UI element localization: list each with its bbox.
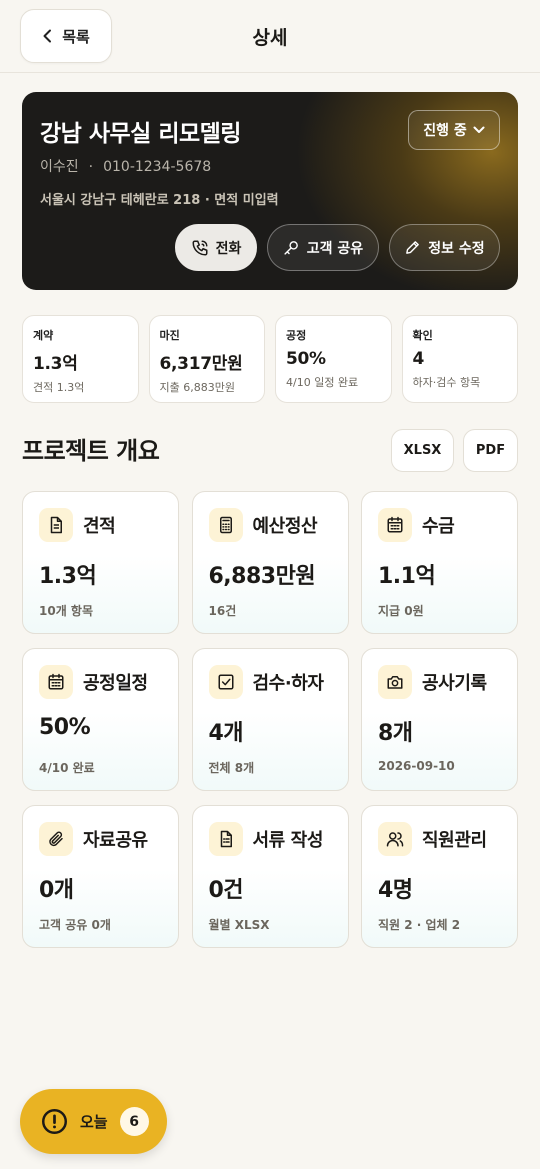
card-value: 1.3억	[39, 564, 97, 589]
card-staff[interactable]: 직원관리 4명 직원 2 · 업체 2	[361, 805, 518, 948]
paperclip-icon	[49, 831, 63, 847]
overview-grid: 견적 1.3억 10개 항목 예산정산 6,883만원 16건 수금 1.1억 …	[22, 491, 518, 948]
page-title: 상세	[252, 27, 288, 49]
export-xlsx-button[interactable]: XLSX	[391, 429, 454, 472]
edit-info-label: 정보 수정	[428, 240, 485, 257]
card-sub: 직원 2 · 업체 2	[378, 918, 461, 932]
stat-value: 50%	[286, 349, 326, 369]
today-button[interactable]: 오늘 6	[20, 1089, 167, 1154]
call-button[interactable]: 전화	[175, 224, 257, 271]
stat-margin: 마진 6,317만원 지출 6,883만원	[148, 315, 265, 403]
calendar-icon	[387, 516, 403, 533]
card-budget[interactable]: 예산정산 6,883만원 16건	[191, 491, 349, 634]
card-inspection[interactable]: 검수·하자 4개 전체 8개	[191, 648, 349, 791]
chevron-down-icon	[473, 126, 485, 133]
share-client-label: 고객 공유	[306, 240, 364, 257]
project-hero-card: 강남 사무실 리모델링 이수진 · 010-1234-5678 서울시 강남구 테헤…	[22, 92, 518, 290]
phone-icon	[192, 240, 208, 255]
stat-sub: 견적 1.3억	[33, 381, 85, 394]
stat-sub: 하자·검수 항목	[412, 376, 481, 389]
client-phone: 010-1234-5678	[103, 159, 212, 175]
card-value: 50%	[39, 715, 91, 740]
card-sub: 지급 0원	[378, 604, 424, 618]
pencil-icon	[406, 241, 420, 254]
card-schedule[interactable]: 공정일정 50% 4/10 완료	[22, 648, 179, 791]
stat-value: 1.3억	[33, 354, 78, 374]
users-icon	[386, 832, 404, 847]
card-sub: 10개 항목	[39, 604, 93, 618]
card-sub: 월별 XLSX	[208, 918, 270, 932]
card-value: 0건	[208, 878, 244, 903]
card-sub: 고객 공유 0개	[39, 918, 111, 932]
card-records[interactable]: 공사기록 8개 2026-09-10	[361, 648, 518, 791]
stat-progress: 공정 50% 4/10 일정 완료	[275, 315, 392, 403]
client-name: 이수진	[40, 159, 79, 175]
stat-contract: 계약 1.3억 견적 1.3억	[22, 315, 139, 403]
top-bar: 목록 상세	[0, 0, 540, 73]
document-icon	[50, 516, 62, 534]
separator: ·	[88, 159, 94, 175]
project-name: 강남 사무실 리모델링	[40, 121, 241, 147]
card-title: 서류 작성	[252, 830, 324, 851]
card-title: 직원관리	[422, 830, 487, 851]
card-sub: 2026-09-10	[378, 759, 455, 773]
calendar-icon	[48, 673, 64, 690]
call-label: 전화	[215, 240, 242, 257]
today-label: 오늘	[80, 1113, 108, 1131]
export-pdf-button[interactable]: PDF	[463, 429, 518, 472]
status-label: 진행 중	[423, 123, 467, 139]
card-collection[interactable]: 수금 1.1억 지급 0원	[361, 491, 518, 634]
card-value: 4개	[208, 721, 244, 746]
card-file-share[interactable]: 자료공유 0개 고객 공유 0개	[22, 805, 179, 948]
project-address: 서울시 강남구 테헤란로 218 · 면적 미입력	[40, 193, 279, 208]
today-count-badge: 6	[119, 1107, 149, 1136]
card-title: 예산정산	[252, 516, 318, 537]
calculator-icon	[219, 516, 232, 534]
share-client-button[interactable]: 고객 공유	[267, 224, 379, 271]
stat-sub: 지출 6,883만원	[159, 381, 235, 394]
key-icon	[284, 241, 298, 255]
card-value: 8개	[378, 721, 413, 746]
card-title: 검수·하자	[252, 673, 324, 694]
file-form-icon	[220, 830, 232, 848]
stat-label: 공정	[286, 329, 307, 342]
edit-info-button[interactable]: 정보 수정	[389, 224, 500, 271]
stat-label: 마진	[159, 329, 180, 342]
card-sub: 4/10 완료	[39, 761, 95, 775]
overview-title: 프로젝트 개요	[22, 437, 160, 465]
card-title: 공정일정	[83, 673, 148, 694]
card-title: 견적	[83, 516, 116, 537]
client-info: 이수진 · 010-1234-5678	[40, 156, 211, 176]
card-value: 6,883만원	[208, 564, 316, 589]
camera-icon	[387, 676, 403, 689]
card-value: 1.1억	[378, 564, 436, 589]
card-sub: 16건	[208, 604, 237, 618]
stat-value: 4	[412, 349, 425, 369]
status-dropdown[interactable]: 진행 중	[408, 110, 500, 150]
card-value: 0개	[39, 878, 74, 903]
stat-label: 계약	[33, 329, 54, 342]
card-documents[interactable]: 서류 작성 0건 월별 XLSX	[191, 805, 349, 948]
stat-sub: 4/10 일정 완료	[286, 376, 359, 389]
card-title: 자료공유	[83, 830, 148, 851]
checkbox-icon	[218, 674, 233, 690]
hero-actions: 전화 고객 공유 정보 수정	[175, 224, 500, 271]
stat-label: 확인	[412, 329, 433, 342]
card-sub: 전체 8개	[208, 761, 255, 775]
card-estimate[interactable]: 견적 1.3억 10개 항목	[22, 491, 179, 634]
summary-stats: 계약 1.3억 견적 1.3억 마진 6,317만원 지출 6,883만원 공정…	[22, 315, 518, 403]
card-title: 공사기록	[422, 673, 487, 694]
alert-circle-icon	[42, 1109, 67, 1134]
card-value: 4명	[378, 878, 413, 903]
card-title: 수금	[422, 516, 455, 537]
stat-value: 6,317만원	[159, 354, 243, 374]
stat-check: 확인 4 하자·검수 항목	[401, 315, 518, 403]
